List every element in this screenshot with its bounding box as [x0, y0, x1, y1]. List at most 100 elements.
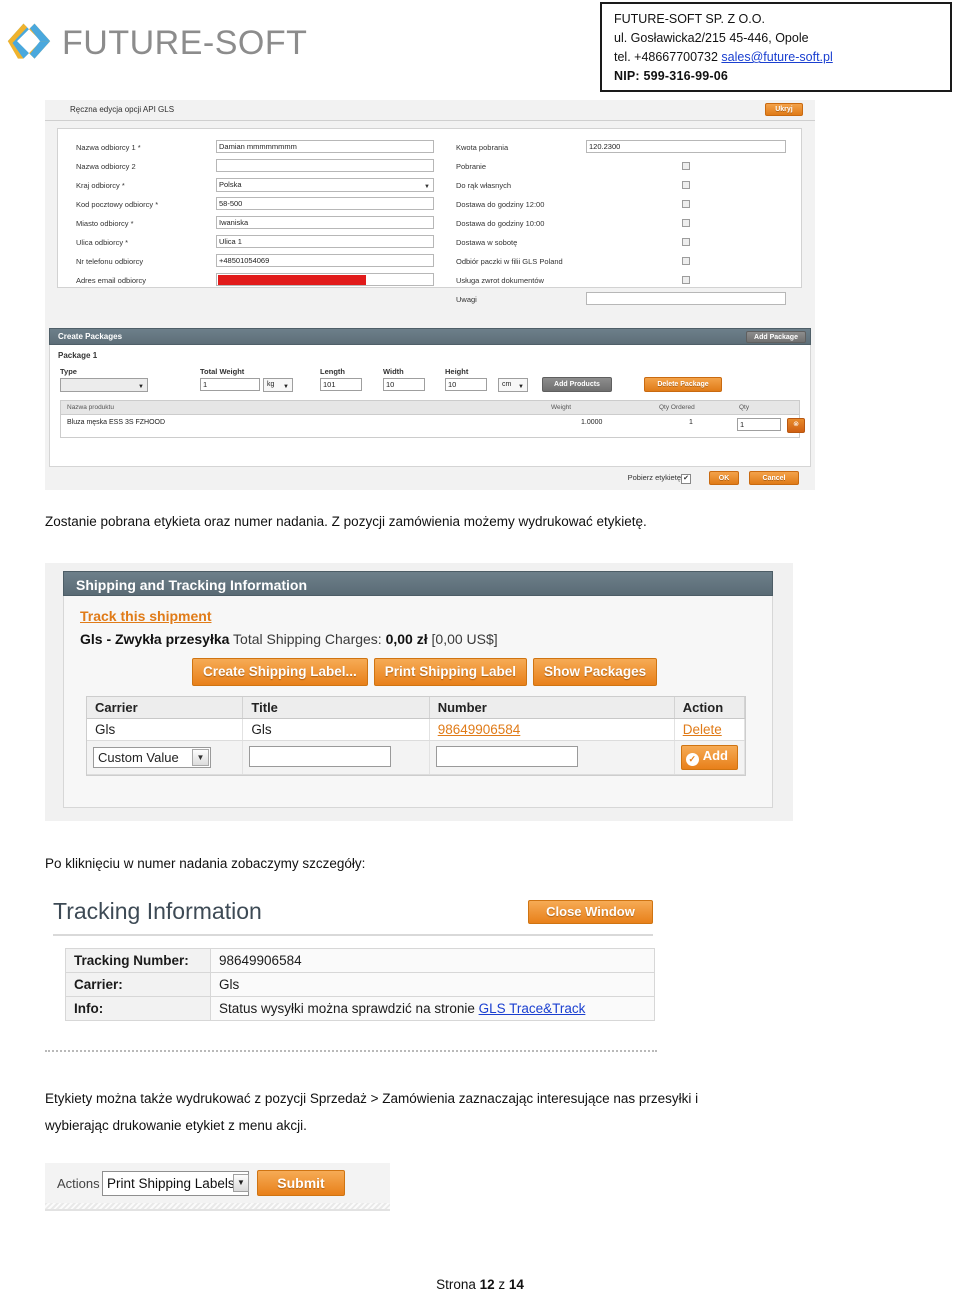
field-label-zwrot-dokumentow: Usługa zwrot dokumentów	[456, 276, 544, 285]
select-weight-unit[interactable]: kg ▼	[263, 378, 293, 392]
cell-carrier: Gls	[87, 718, 244, 741]
add-products-button[interactable]: Add Products	[542, 377, 612, 392]
col-title: Title	[242, 697, 430, 719]
add-package-button[interactable]: Add Package	[746, 331, 806, 343]
tracking-title-input[interactable]	[249, 745, 392, 767]
caption-length: Length	[320, 367, 345, 376]
chevron-down-icon: ▼	[192, 749, 209, 766]
cell-title-input	[242, 740, 430, 775]
company-contact: tel. +48667700732 sales@future-soft.pl	[614, 48, 950, 67]
col-qty: Qty	[739, 404, 750, 411]
checkbox-odbior-filia[interactable]	[682, 257, 690, 265]
checkbox-dostawa-12[interactable]	[682, 200, 690, 208]
paragraph-3-line-1: Etykiety można także wydrukować z pozycj…	[45, 1091, 699, 1106]
select-package-type[interactable]: ▼	[60, 378, 148, 392]
charges-usd: [0,00 US$]	[427, 631, 498, 647]
label-info: Info:	[65, 996, 211, 1021]
chevron-down-icon[interactable]: ▼	[233, 1174, 249, 1192]
carrier-select[interactable]: Custom Value ▼	[93, 747, 211, 768]
checkbox-pobranie[interactable]	[682, 162, 690, 170]
input-height[interactable]: 10	[445, 378, 487, 391]
remove-circle-icon[interactable]: ⊗	[787, 418, 805, 433]
field-label-do-rak-wlasnych: Do rąk własnych	[456, 181, 512, 190]
title-divider	[53, 934, 653, 936]
table-row: Info: Status wysyłki można sprawdzić na …	[65, 996, 655, 1021]
value-info: Status wysyłki można sprawdzić na stroni…	[210, 996, 655, 1021]
footer-middle: z	[494, 1277, 509, 1292]
info-text: Status wysyłki można sprawdzić na stroni…	[219, 1001, 479, 1016]
select-dimension-unit[interactable]: cm ▼	[498, 378, 528, 392]
footer-total-pages: 14	[508, 1277, 524, 1292]
input-qty[interactable]: 1	[737, 418, 781, 431]
delete-tracking-link[interactable]: Delete	[674, 718, 746, 741]
cell-title: Gls	[242, 718, 430, 741]
gls-trace-track-link[interactable]: GLS Trace&Track	[479, 1001, 586, 1016]
input-length[interactable]: 101	[320, 378, 362, 391]
shipping-action-buttons: Create Shipping Label... Print Shipping …	[192, 658, 658, 686]
label-carrier: Carrier:	[65, 972, 211, 997]
carrier-tracking-table: Carrier Title Number Action Gls Gls 9864…	[86, 696, 746, 776]
field-label-uwagi: Uwagi	[456, 295, 477, 304]
package-products-table: Nazwa produktu Weight Qty Ordered Qty Bl…	[60, 400, 805, 438]
track-this-shipment-link[interactable]: Track this shipment	[80, 608, 211, 624]
ok-button[interactable]: OK	[709, 471, 739, 485]
create-packages-body: Package 1 Type ▼ Total Weight 1 kg ▼ Leng…	[49, 345, 811, 467]
pobierz-etykiete-label: Pobierz etykietę	[627, 473, 681, 482]
tracking-number-input[interactable]	[435, 745, 578, 767]
create-packages-panel: Create Packages Add Package Package 1 Ty…	[45, 328, 815, 490]
tracking-details-table: Tracking Number: 98649906584 Carrier: Gl…	[65, 948, 655, 1021]
cell-tracking-number-link[interactable]: 98649906584	[429, 718, 675, 741]
carrier-select-value: Custom Value	[98, 750, 179, 765]
create-shipping-label-button[interactable]: Create Shipping Label...	[192, 658, 368, 686]
field-input-kwota-pobrania[interactable]: 120.2300	[586, 140, 786, 153]
input-width[interactable]: 10	[383, 378, 425, 391]
shipping-panel-title: Shipping and Tracking Information	[76, 577, 308, 593]
delete-package-button[interactable]: Delete Package	[644, 377, 722, 392]
submit-button[interactable]: Submit	[257, 1170, 345, 1196]
brand-logo: FUTURE-SOFT	[6, 20, 307, 66]
screenshot-shipping-and-tracking: Shipping and Tracking Information Track …	[45, 563, 793, 821]
checkbox-dostawa-10[interactable]	[682, 219, 690, 227]
chevron-down-icon: ▼	[283, 384, 289, 390]
close-window-button[interactable]: Close Window	[528, 900, 653, 924]
input-total-weight[interactable]: 1	[200, 378, 260, 391]
pobierz-etykiete-checkbox[interactable]: ✔	[681, 474, 691, 484]
field-label-pobranie: Pobranie	[456, 162, 487, 171]
brand-name: FUTURE-SOFT	[62, 23, 308, 62]
value-carrier: Gls	[210, 972, 655, 997]
field-input-uwagi[interactable]	[586, 292, 786, 305]
show-packages-button[interactable]: Show Packages	[533, 658, 658, 686]
print-shipping-label-button[interactable]: Print Shipping Label	[373, 658, 528, 686]
company-email-link[interactable]: sales@future-soft.pl	[721, 50, 832, 64]
footer-current-page: 12	[479, 1277, 495, 1292]
add-button-label: Add	[702, 748, 728, 763]
cancel-button[interactable]: Cancel	[749, 471, 799, 485]
checkbox-do-rak-wlasnych[interactable]	[682, 181, 690, 189]
add-tracking-button[interactable]: ✓ Add	[680, 745, 738, 770]
cell-product-name: Bluza męska ESS 3S FZHOOD	[67, 419, 166, 426]
col-nazwa-produktu: Nazwa produktu	[67, 404, 114, 411]
gls-panel-title: Ręczna edycja opcji API GLS	[70, 105, 175, 114]
field-label-odbior-filia: Odbiór paczki w filii GLS Poland	[456, 257, 563, 266]
create-packages-header: Create Packages Add Package	[49, 328, 811, 345]
paragraph-1: Zostanie pobrana etykieta oraz numer nad…	[45, 514, 647, 529]
col-action: Action	[674, 697, 746, 719]
cell-add-button: ✓ Add	[674, 740, 746, 775]
screenshot-tracking-information: Tracking Information Close Window Tracki…	[45, 890, 660, 1062]
document-header: FUTURE-SOFT FUTURE-SOFT SP. Z O.O. ul. G…	[0, 0, 960, 96]
screenshot-gls-manual-options: Ręczna edycja opcji API GLS Ukryj Nazwa …	[45, 100, 815, 490]
checkbox-zwrot-dokumentow[interactable]	[682, 276, 690, 284]
charges-label: Total Shipping Charges:	[229, 631, 386, 647]
table-hatch-divider	[45, 1203, 390, 1209]
company-name: FUTURE-SOFT SP. Z O.O.	[614, 12, 765, 26]
dimension-unit-value: cm	[502, 381, 512, 388]
checkbox-dostawa-sobota[interactable]	[682, 238, 690, 246]
hide-button[interactable]: Ukryj	[765, 103, 803, 116]
actions-select[interactable]: Print Shipping Labels	[102, 1171, 249, 1196]
table-row: Gls Gls 98649906584 Delete	[87, 718, 746, 741]
caption-type: Type	[60, 367, 77, 376]
cell-qty-ordered: 1	[689, 419, 693, 426]
screenshot-actions-bar: Actions Print Shipping Labels ▼ Submit	[45, 1163, 390, 1211]
label-tracking-number: Tracking Number:	[65, 948, 211, 973]
col-number: Number	[429, 697, 675, 719]
